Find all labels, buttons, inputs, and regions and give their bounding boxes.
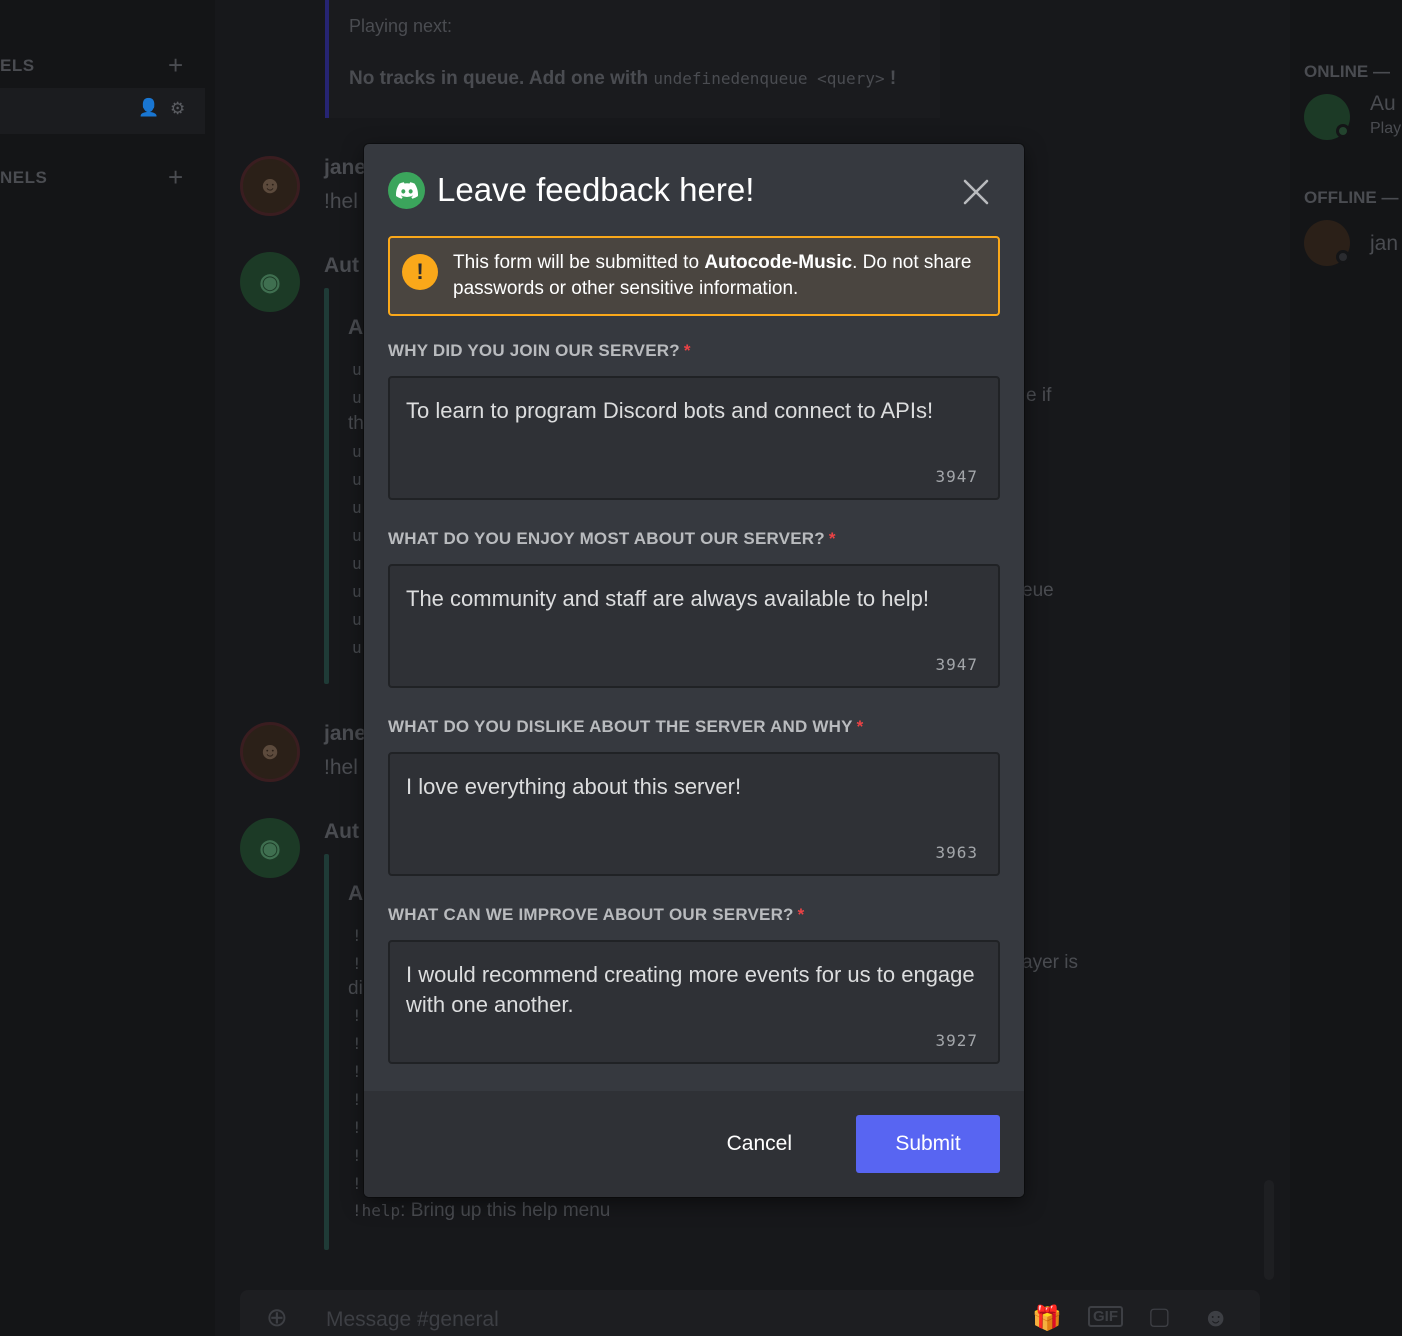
character-count: 3927 bbox=[935, 1031, 978, 1050]
character-count: 3947 bbox=[935, 655, 978, 674]
channel-category[interactable]: NELS bbox=[0, 168, 47, 188]
add-channel-icon[interactable]: + bbox=[168, 52, 183, 78]
close-button[interactable] bbox=[958, 174, 994, 210]
close-icon[interactable] bbox=[963, 179, 989, 205]
embed-text-fragment: di bbox=[348, 978, 363, 999]
dislike-field[interactable]: I love everything about this server! 396… bbox=[388, 752, 1000, 876]
warning-text: This form will be submitted to Autocode-… bbox=[453, 252, 972, 299]
gif-icon[interactable]: GIF bbox=[1088, 1306, 1123, 1327]
status-badge bbox=[1336, 124, 1350, 138]
field-value[interactable]: To learn to program Discord bots and con… bbox=[406, 396, 978, 426]
now-playing-embed: Playing next: No tracks in queue. Add on… bbox=[325, 0, 940, 118]
channel-sidebar: ELS + 👤 ⚙ NELS + bbox=[0, 0, 215, 1336]
required-mark: * bbox=[856, 717, 864, 736]
attach-icon[interactable]: ⊕ bbox=[266, 1302, 288, 1333]
modal-title: Leave feedback here! bbox=[437, 171, 755, 208]
submit-button[interactable]: Submit bbox=[856, 1115, 1000, 1173]
member-name[interactable]: jan bbox=[1370, 232, 1398, 256]
emoji-icon[interactable]: ☻ bbox=[1202, 1302, 1229, 1333]
embed-title: A bbox=[348, 882, 364, 905]
help-line: !help: Bring up this help menu bbox=[352, 1200, 611, 1221]
online-header: ONLINE — bbox=[1304, 62, 1390, 81]
field-label: WHY DID YOU JOIN OUR SERVER? * bbox=[388, 341, 691, 360]
required-mark: * bbox=[797, 905, 805, 924]
gift-icon[interactable]: 🎁 bbox=[1032, 1304, 1062, 1333]
avatar[interactable]: ◉ bbox=[240, 252, 300, 312]
modal-footer: Cancel Submit bbox=[364, 1091, 1024, 1197]
member-status-text: Play bbox=[1370, 120, 1402, 137]
discord-bot-icon bbox=[388, 171, 425, 209]
enjoy-field[interactable]: The community and staff are always avail… bbox=[388, 564, 1000, 688]
character-count: 3963 bbox=[935, 843, 978, 862]
message-input[interactable]: ⊕ Message #general 🎁 GIF ▢ ☻ bbox=[240, 1290, 1260, 1336]
improve-field[interactable]: I would recommend creating more events f… bbox=[388, 940, 1000, 1064]
gear-icon[interactable]: ⚙ bbox=[170, 99, 185, 119]
playing-next-label: Playing next: bbox=[349, 16, 453, 36]
field-value[interactable]: I love everything about this server! bbox=[406, 772, 978, 802]
channel-category[interactable]: ELS bbox=[0, 56, 35, 76]
message-text: !hel bbox=[324, 190, 358, 213]
cancel-button[interactable]: Cancel bbox=[703, 1115, 816, 1173]
embed-bar bbox=[324, 854, 329, 1250]
embed-bar bbox=[324, 288, 329, 684]
modal-header: Leave feedback here! bbox=[388, 171, 1000, 210]
message-input-placeholder: Message #general bbox=[326, 1308, 499, 1331]
message-author[interactable]: Aut bbox=[324, 820, 359, 844]
embed-text-fragment: ayer is bbox=[1022, 952, 1078, 973]
embed-text-fragment: e if bbox=[1026, 385, 1052, 406]
warning-banner: ! This form will be submitted to Autocod… bbox=[388, 236, 1000, 316]
offline-header: OFFLINE — bbox=[1304, 188, 1399, 207]
status-badge bbox=[1336, 250, 1350, 264]
required-mark: * bbox=[683, 341, 691, 360]
message-author[interactable]: jane bbox=[324, 722, 366, 746]
required-mark: * bbox=[828, 529, 836, 548]
add-channel-icon[interactable]: + bbox=[168, 164, 183, 190]
embed-text-fragment: th bbox=[348, 413, 364, 434]
invite-icon[interactable]: 👤 bbox=[138, 98, 159, 118]
field-label: WHAT CAN WE IMPROVE ABOUT OUR SERVER? * bbox=[388, 905, 805, 924]
avatar[interactable]: ☻ bbox=[240, 722, 300, 782]
message-author[interactable]: jane bbox=[324, 156, 366, 180]
embed-text-fragment: eue bbox=[1022, 580, 1054, 601]
field-value[interactable]: I would recommend creating more events f… bbox=[406, 960, 978, 1020]
field-label: WHAT DO YOU DISLIKE ABOUT THE SERVER AND… bbox=[388, 717, 864, 736]
warning-icon: ! bbox=[402, 254, 438, 290]
message-text: !hel bbox=[324, 756, 358, 779]
feedback-modal: Leave feedback here! ! This form will be… bbox=[364, 144, 1024, 1197]
embed-title: A bbox=[348, 316, 364, 339]
member-list: ONLINE — Au Play OFFLINE — jan bbox=[1290, 0, 1402, 1336]
avatar[interactable]: ☻ bbox=[240, 156, 300, 216]
field-label: WHAT DO YOU ENJOY MOST ABOUT OUR SERVER?… bbox=[388, 529, 836, 548]
member-name[interactable]: Au bbox=[1370, 92, 1396, 116]
avatar[interactable]: ◉ bbox=[240, 818, 300, 878]
queue-status: No tracks in queue. Add one with undefin… bbox=[349, 68, 897, 89]
join-reason-field[interactable]: To learn to program Discord bots and con… bbox=[388, 376, 1000, 500]
character-count: 3947 bbox=[935, 467, 978, 486]
sticker-icon[interactable]: ▢ bbox=[1148, 1302, 1171, 1331]
scrollbar[interactable] bbox=[1264, 1180, 1274, 1280]
message-author[interactable]: Aut bbox=[324, 254, 359, 278]
field-value[interactable]: The community and staff are always avail… bbox=[406, 584, 978, 614]
